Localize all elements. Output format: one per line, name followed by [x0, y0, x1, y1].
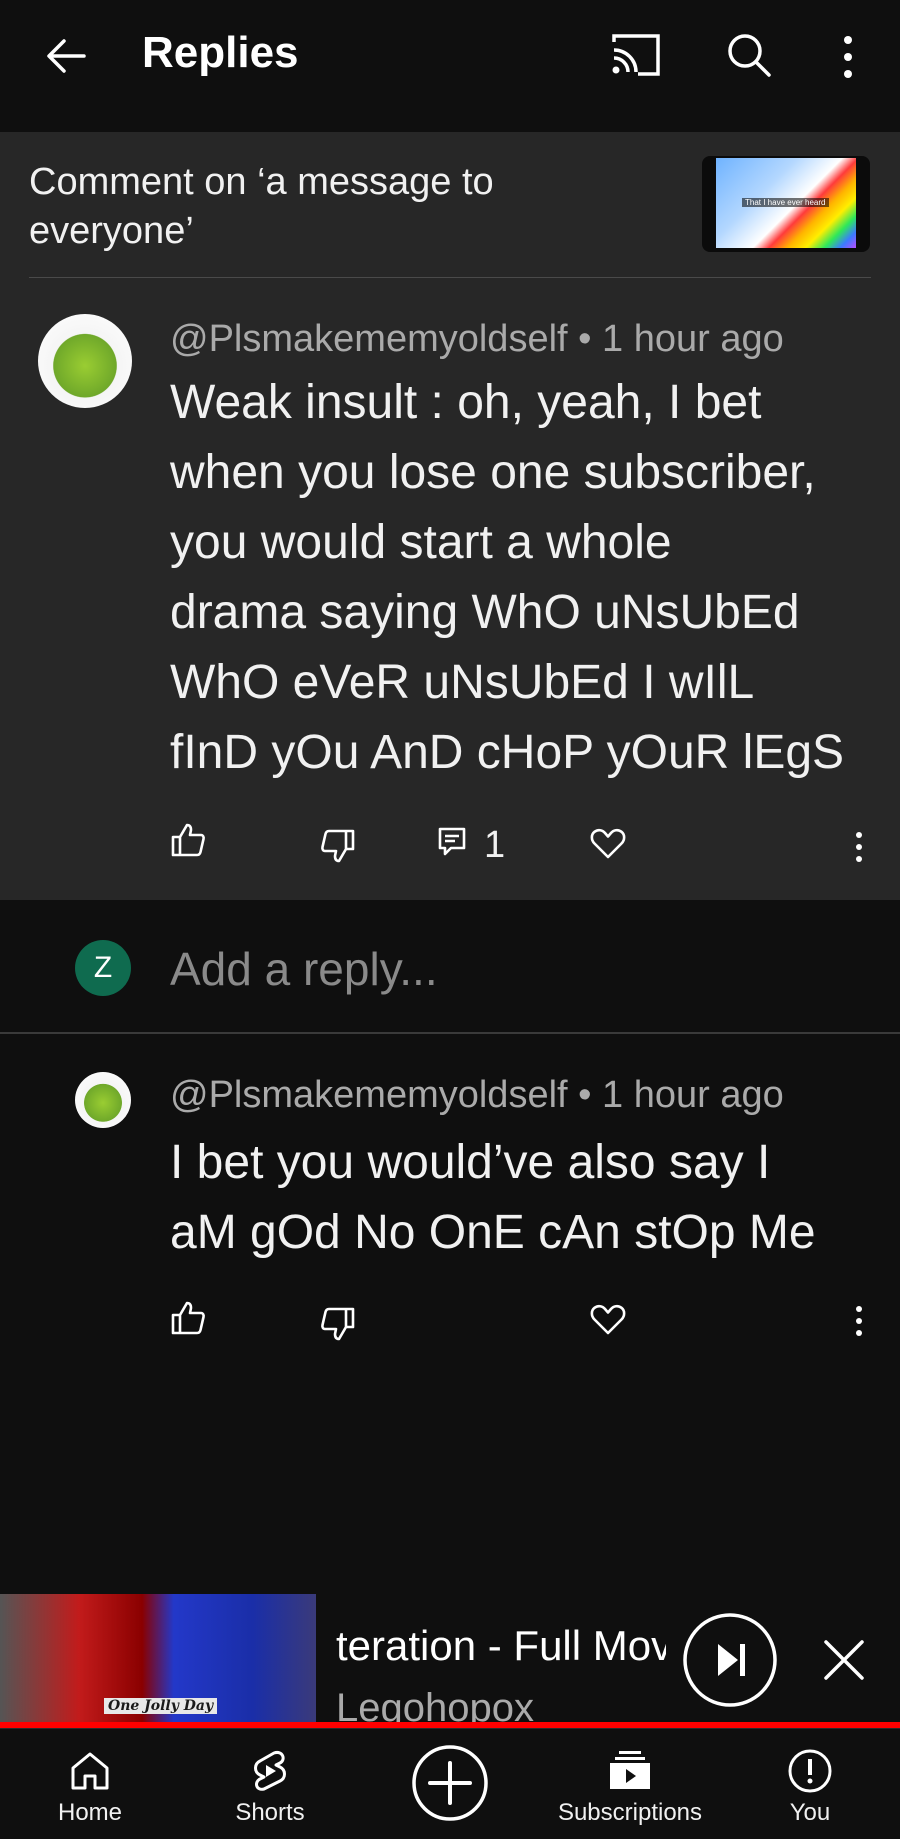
reply-line: I bet you would’ve also say I [170, 1136, 771, 1189]
reply-input-bar: Z Add a reply... [0, 900, 900, 1034]
video-context-label[interactable]: Comment on ‘a message to everyone’ [29, 158, 589, 256]
comment-meta: @Plsmakememyoldself • 1 hour ago [170, 318, 784, 361]
nav-label: Subscriptions [557, 1799, 703, 1826]
play-next-icon[interactable] [682, 1612, 778, 1708]
app-header: Replies [0, 0, 900, 116]
meta-separator: • [578, 318, 592, 360]
reply-input[interactable]: Add a reply... [170, 942, 438, 996]
more-vertical-icon[interactable] [834, 34, 862, 80]
cast-icon[interactable] [610, 32, 662, 80]
comment-time: 1 hour ago [602, 318, 784, 360]
dislike-icon[interactable] [320, 1306, 356, 1342]
nav-label: Shorts [235, 1799, 305, 1826]
shorts-icon [254, 1750, 286, 1791]
comment-line: you would start a whole [170, 516, 672, 569]
nav-label: Home [57, 1799, 123, 1826]
video-thumbnail[interactable]: That I have ever heard [702, 156, 870, 252]
search-icon[interactable] [726, 32, 772, 78]
like-icon[interactable] [170, 1300, 206, 1336]
miniplayer-title[interactable]: teration - Full Movi [336, 1622, 666, 1670]
avatar: Z [75, 940, 131, 996]
avatar[interactable] [38, 314, 132, 408]
more-vertical-icon[interactable] [852, 830, 866, 864]
arrow-left-icon[interactable] [44, 34, 88, 78]
comment-line: fInD yOu AnD cHoP yOuR lEgS [170, 726, 845, 779]
more-vertical-icon[interactable] [852, 1304, 866, 1338]
reply-meta: @Plsmakememyoldself • 1 hour ago [170, 1074, 784, 1117]
avatar[interactable] [75, 1072, 131, 1128]
reply-line: aM gOd No OnE cAn stOp Me [170, 1206, 816, 1259]
home-icon [71, 1752, 109, 1790]
like-icon[interactable] [170, 822, 206, 858]
divider [29, 277, 871, 278]
create-plus-icon[interactable] [410, 1743, 490, 1823]
comment-line: when you lose one subscriber, [170, 446, 816, 499]
meta-separator: • [578, 1074, 592, 1116]
comment-author[interactable]: @Plsmakememyoldself [170, 318, 568, 360]
parent-comment-section: Comment on ‘a message to everyone’ That … [0, 132, 900, 900]
thumbnail-caption: One Jolly Day [104, 1698, 218, 1714]
heart-icon[interactable] [590, 828, 626, 860]
heart-icon[interactable] [590, 1304, 626, 1336]
reply-time: 1 hour ago [602, 1074, 784, 1116]
miniplayer-channel: Legohopox [336, 1686, 534, 1722]
reply-text: I bet you would’ve also say I aM gOd No … [170, 1128, 816, 1268]
comment-line: drama saying WhO uNsUbEd [170, 586, 800, 639]
dislike-icon[interactable] [320, 828, 356, 864]
thumbnail-caption: That I have ever heard [742, 198, 829, 207]
bottom-nav: Home Shorts Subscriptions You [0, 1728, 900, 1839]
reply-count: 1 [484, 824, 506, 866]
miniplayer-thumbnail[interactable]: One Jolly Day [0, 1594, 316, 1722]
miniplayer[interactable]: One Jolly Day teration - Full Movi Legoh… [0, 1594, 900, 1722]
comment-line: Weak insult : oh, yeah, I bet [170, 376, 762, 429]
nav-item-home[interactable]: Home [30, 1729, 150, 1839]
nav-item-you[interactable]: You [750, 1729, 870, 1839]
you-icon [788, 1749, 832, 1793]
reply-author[interactable]: @Plsmakememyoldself [170, 1074, 568, 1116]
subscriptions-icon [610, 1751, 650, 1789]
close-icon[interactable] [822, 1638, 866, 1682]
reply-icon[interactable] [437, 826, 467, 858]
comment-text: Weak insult : oh, yeah, I bet when you l… [170, 368, 844, 788]
nav-item-shorts[interactable]: Shorts [210, 1729, 330, 1839]
page-title: Replies [142, 28, 299, 77]
comment-line: WhO eVeR uNsUbEd I wIlL [170, 656, 755, 709]
nav-label: You [789, 1799, 831, 1826]
nav-item-subscriptions[interactable]: Subscriptions [548, 1729, 712, 1839]
